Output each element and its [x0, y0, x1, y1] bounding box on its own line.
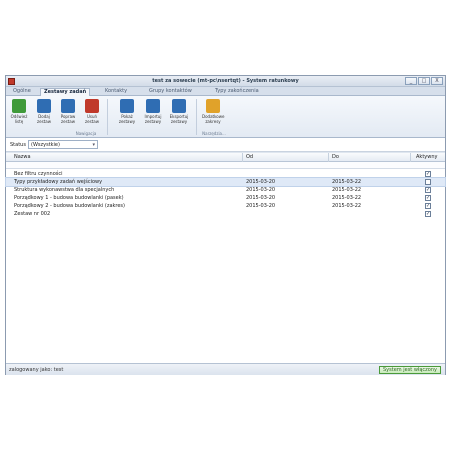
system-status-badge: System jest włączony — [379, 366, 441, 374]
app-window: test za sowecie (mt-pc\nsertqt) - System… — [5, 75, 446, 375]
tab-kontakty[interactable]: Kontakty — [102, 88, 130, 96]
tab-ogolne[interactable]: Ogólne — [10, 88, 34, 96]
delete-set-button[interactable]: Usuń zestaw — [81, 99, 103, 129]
active-checkbox[interactable]: ✓ — [425, 211, 431, 217]
add-icon — [37, 99, 51, 113]
grid-filter-row[interactable] — [6, 162, 445, 169]
edit-icon — [61, 99, 75, 113]
cell-name: Zestaw nr 002 — [14, 211, 51, 217]
add-set-button[interactable]: Dodaj zestaw — [33, 99, 55, 129]
tab-typy-zakonczenia[interactable]: Typy zakończenia — [212, 88, 262, 96]
refresh-icon — [12, 99, 26, 113]
active-checkbox[interactable]: ✓ — [425, 171, 431, 177]
cell-to: 2015-03-22 — [332, 195, 362, 201]
column-separator — [242, 153, 243, 162]
active-checkbox[interactable]: ✓ — [425, 195, 431, 201]
folder-icon — [206, 99, 220, 113]
import-sets-button[interactable]: Importuj zestawy — [142, 99, 164, 129]
cell-name: Bez filtru czynności — [14, 171, 63, 177]
filter-label: Status — [10, 142, 26, 148]
edit-set-label: Popraw zestaw — [60, 114, 76, 124]
column-header-active[interactable]: Aktywny — [416, 154, 437, 161]
sets-grid: Nazwa Od Do Aktywny Bez filtru czynności… — [5, 153, 446, 363]
cell-name: Struktura wykonawstwa dla specjalnych — [14, 187, 115, 193]
show-sets-label: Pokaż zestawy — [118, 114, 136, 124]
import-icon — [146, 99, 160, 113]
status-filter-select[interactable]: (Wszystkie) ▾ — [28, 140, 98, 149]
table-row[interactable]: Typy przykładowy zadań wejściowy 2015-03-… — [5, 177, 446, 187]
group-separator — [107, 99, 108, 135]
active-checkbox[interactable]: ✓ — [425, 187, 431, 193]
ribbon: Odśwież listę Dodaj zestaw Popraw zestaw… — [6, 96, 445, 138]
column-header-name[interactable]: Nazwa — [14, 154, 31, 161]
column-separator — [328, 153, 329, 162]
import-sets-label: Importuj zestawy — [144, 114, 162, 124]
show-sets-button[interactable]: Pokaż zestawy — [116, 99, 138, 129]
active-checkbox[interactable]: ✓ — [425, 203, 431, 209]
cell-name: Porządkowy 2 - budowa budowlanki (zakres… — [14, 203, 125, 209]
cell-name: Typy przykładowy zadań wejściowy — [14, 179, 103, 185]
export-icon — [172, 99, 186, 113]
title-bar: test za sowecie (mt-pc\nsertqt) - System… — [6, 76, 445, 87]
delete-set-label: Usuń zestaw — [85, 114, 99, 124]
minimize-button[interactable]: _ — [405, 77, 417, 85]
cell-from: 2015-03-20 — [246, 187, 276, 193]
table-row[interactable]: Porządkowy 2 - budowa budowlanki (zakres… — [6, 202, 445, 210]
add-set-label: Dodaj zestaw — [37, 114, 51, 124]
filter-bar: Status (Wszystkie) ▾ — [6, 138, 445, 152]
extra-ranges-button[interactable]: Dodatkowe zakresy — [202, 99, 224, 129]
cell-from: 2015-03-20 — [246, 203, 276, 209]
cell-to: 2015-03-22 — [332, 187, 362, 193]
close-button[interactable]: X — [431, 77, 443, 85]
ribbon-tabs: Ogólne Zestawy zadań Kontakty Grupy kont… — [6, 87, 445, 96]
active-checkbox[interactable] — [425, 179, 431, 185]
export-sets-button[interactable]: Eksportuj zestawy — [168, 99, 190, 129]
refresh-button[interactable]: Odśwież listę — [8, 99, 30, 129]
table-row[interactable]: Porządkowy 1 - budowa budowlanki (pasek)… — [6, 194, 445, 202]
cell-name: Porządkowy 1 - budowa budowlanki (pasek) — [14, 195, 124, 201]
chevron-down-icon: ▾ — [92, 142, 95, 148]
delete-icon — [85, 99, 99, 113]
status-filter-value: (Wszystkie) — [31, 142, 60, 148]
status-user: zalogowany jako: test — [9, 367, 64, 373]
table-row[interactable]: Zestaw nr 002 ✓ — [6, 210, 445, 218]
group-label-nawigacja: Nawigacja — [75, 131, 97, 136]
cell-to: 2015-03-22 — [332, 203, 362, 209]
extra-ranges-label: Dodatkowe zakresy — [202, 114, 225, 124]
group-label-narzedzia: Narzędzia... — [202, 131, 226, 136]
table-row[interactable]: Bez filtru czynności ✓ — [6, 170, 445, 178]
status-bar: zalogowany jako: test System jest włączo… — [6, 363, 445, 375]
window-title: test za sowecie (mt-pc\nsertqt) - System… — [152, 78, 299, 84]
refresh-label: Odśwież listę — [10, 114, 28, 124]
show-icon — [120, 99, 134, 113]
maximize-button[interactable]: □ — [418, 77, 430, 85]
group-separator — [196, 99, 197, 135]
tab-grupy-kontaktow[interactable]: Grupy kontaktów — [146, 88, 195, 96]
cell-from: 2015-03-20 — [246, 195, 276, 201]
table-row[interactable]: Struktura wykonawstwa dla specjalnych 201… — [6, 186, 445, 194]
tab-zestawy-zadan[interactable]: Zestawy zadań — [40, 88, 91, 96]
column-header-from[interactable]: Od — [246, 154, 253, 161]
column-separator — [410, 153, 411, 162]
cell-from: 2015-03-20 — [246, 179, 276, 185]
export-sets-label: Eksportuj zestawy — [169, 114, 189, 124]
column-header-to[interactable]: Do — [332, 154, 339, 161]
cell-to: 2015-03-22 — [332, 179, 362, 185]
edit-set-button[interactable]: Popraw zestaw — [57, 99, 79, 129]
grid-header: Nazwa Od Do Aktywny — [6, 153, 445, 162]
